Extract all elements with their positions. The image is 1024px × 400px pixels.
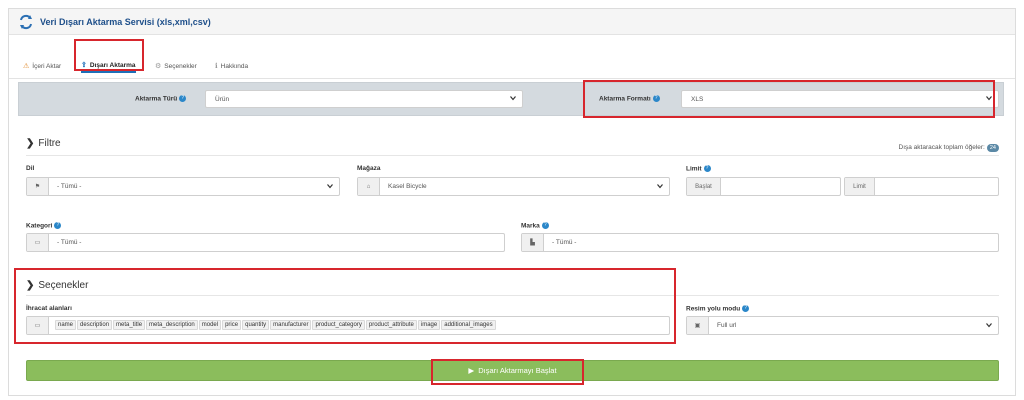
chevron-down-icon <box>510 96 516 101</box>
help-icon: ? <box>179 95 187 102</box>
info-icon: ℹ <box>215 63 218 70</box>
highlight-export-format <box>583 80 995 118</box>
help-icon: ? <box>703 165 711 172</box>
export-count: Dışa aktaracak toplam öğeler: 24 <box>899 144 999 152</box>
export-count-label: Dışa aktaracak toplam öğeler: <box>898 144 985 151</box>
limit-end-text: Limit <box>853 183 866 190</box>
tab-about-label: Hakkında <box>220 62 249 70</box>
tab-about[interactable]: ℹ Hakkında <box>215 59 248 73</box>
tab-bar: ⚠ İçeri Aktar ⇪ Dışarı Aktarma ⚙ Seçenek… <box>9 49 1015 79</box>
category-value: - Tümü - <box>57 239 82 246</box>
tab-import[interactable]: ⚠ İçeri Aktar <box>23 59 61 73</box>
image-mode-label: Resim yolu modu <box>686 305 741 313</box>
brand-value: - Tümü - <box>552 239 577 246</box>
chevron-down-icon <box>327 184 333 189</box>
factory-icon: ▙ <box>522 234 544 251</box>
highlight-tab-export <box>74 39 144 71</box>
limit-start-input[interactable]: Başlat <box>686 177 841 196</box>
help-icon: ? <box>742 305 750 312</box>
category-input[interactable]: ▭ - Tümü - <box>26 233 505 252</box>
brand-input[interactable]: ▙ - Tümü - <box>521 233 999 252</box>
home-icon: ⌂ <box>358 178 380 195</box>
page-title: Veri Dışarı Aktarma Servisi (xls,xml,csv… <box>40 17 211 27</box>
export-type-label: Aktarma Türü <box>135 95 178 103</box>
flag-icon: ⚑ <box>27 178 49 195</box>
image-mode-select[interactable]: ▣ Full url <box>686 316 999 335</box>
filter-section-title: ❯ Filtre <box>26 138 61 149</box>
image-icon: ▣ <box>687 317 709 334</box>
limit-start-text: Başlat <box>695 183 712 190</box>
language-select[interactable]: ⚑ - Tümü - <box>26 177 340 196</box>
folder-icon: ▭ <box>27 234 49 251</box>
gear-icon: ⚙ <box>155 63 162 70</box>
category-label: Kategori <box>26 222 53 230</box>
highlight-start-button <box>431 359 584 385</box>
highlight-options <box>14 268 676 344</box>
sync-icon <box>20 14 32 30</box>
limit-end-addon: Limit <box>845 178 875 195</box>
image-mode-value: Full url <box>717 322 737 329</box>
tab-import-label: İçeri Aktar <box>32 62 62 70</box>
store-select[interactable]: ⌂ Kasel Bicycle <box>357 177 670 196</box>
chevron-down-icon <box>986 323 992 328</box>
export-count-badge: 24 <box>986 144 999 152</box>
chevron-down-icon <box>657 184 663 189</box>
language-label: Dil <box>26 165 35 172</box>
help-icon: ? <box>541 222 549 229</box>
limit-label: Limit <box>686 165 702 173</box>
tab-options[interactable]: ⚙ Seçenekler <box>155 59 197 73</box>
export-type-select[interactable]: Ürün <box>205 90 523 108</box>
limit-start-addon: Başlat <box>687 178 721 195</box>
store-value: Kasel Bicycle <box>388 183 427 190</box>
chevron-right-icon: ❯ <box>26 138 35 149</box>
limit-end-input[interactable]: Limit <box>844 177 999 196</box>
brand-label: Marka <box>521 222 540 230</box>
panel-header: Veri Dışarı Aktarma Servisi (xls,xml,csv… <box>9 9 1015 35</box>
language-value: - Tümü - <box>57 183 82 190</box>
export-type-value: Ürün <box>215 96 230 103</box>
warning-icon: ⚠ <box>23 63 30 70</box>
store-label: Mağaza <box>357 165 381 172</box>
filter-title: Filtre <box>38 138 61 149</box>
help-icon: ? <box>54 222 62 229</box>
filter-divider <box>26 155 999 156</box>
tab-options-label: Seçenekler <box>164 62 197 70</box>
